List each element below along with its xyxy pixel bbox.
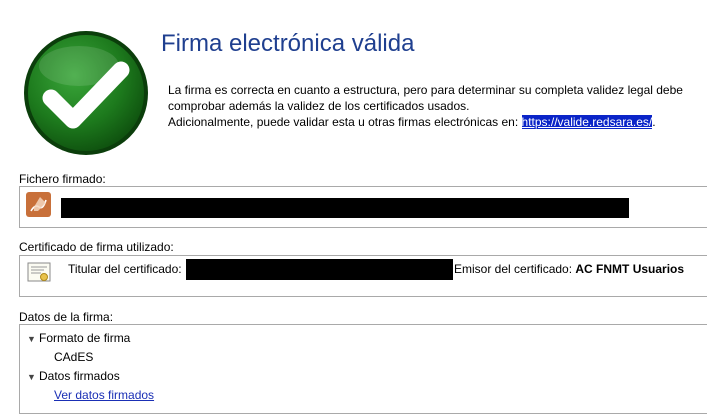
description-line-2: comprobar además la validez de los certi… bbox=[168, 99, 470, 113]
certificate-label: Certificado de firma utilizado: bbox=[19, 240, 174, 254]
certificate-box: Titular del certificado: Emisor del cert… bbox=[19, 255, 707, 297]
tree-leaf-format-value: CAdES bbox=[54, 350, 94, 364]
certificate-issuer-value: AC FNMT Usuarios bbox=[575, 262, 685, 276]
valide-link[interactable]: https://valide.redsara.es/ bbox=[521, 115, 653, 129]
certificate-issuer: Emisor del certificado: AC FNMT Usuarios bbox=[454, 262, 684, 276]
expand-triangle-icon[interactable]: ▼ bbox=[27, 372, 39, 382]
certificate-holder-label: Titular del certificado: bbox=[68, 262, 182, 276]
description: La firma es correcta en cuanto a estruct… bbox=[168, 82, 698, 130]
page-title: Firma electrónica válida bbox=[161, 30, 415, 57]
description-line-3: Adicionalmente, puede validar esta u otr… bbox=[168, 114, 698, 130]
description-line-3-text: Adicionalmente, puede validar esta u otr… bbox=[168, 115, 522, 129]
tree-node-signed-data[interactable]: ▼ Datos firmados bbox=[27, 369, 120, 383]
signed-file-label: Fichero firmado: bbox=[19, 172, 106, 186]
certificate-icon bbox=[27, 262, 51, 284]
tree-node-format-label: Formato de firma bbox=[39, 331, 131, 345]
redacted-file-name bbox=[61, 198, 629, 218]
expand-triangle-icon[interactable]: ▼ bbox=[27, 334, 39, 344]
description-line-3-end: . bbox=[652, 115, 656, 129]
valid-signature-check-icon bbox=[21, 28, 151, 158]
signature-data-label: Datos de la firma: bbox=[19, 310, 114, 324]
description-line-1: La firma es correcta en cuanto a estruct… bbox=[168, 83, 683, 97]
tree-node-signed-data-label: Datos firmados bbox=[39, 369, 120, 383]
certificate-issuer-label: Emisor del certificado: bbox=[454, 262, 573, 276]
tree-node-format[interactable]: ▼ Formato de firma bbox=[27, 331, 130, 345]
signed-document-icon bbox=[26, 192, 51, 217]
redacted-holder-name bbox=[186, 259, 453, 280]
signed-file-box bbox=[19, 186, 707, 228]
signature-data-tree: ▼ Formato de firma CAdES ▼ Datos firmados … bbox=[19, 324, 707, 414]
view-signed-data-link[interactable]: Ver datos firmados bbox=[54, 388, 154, 402]
